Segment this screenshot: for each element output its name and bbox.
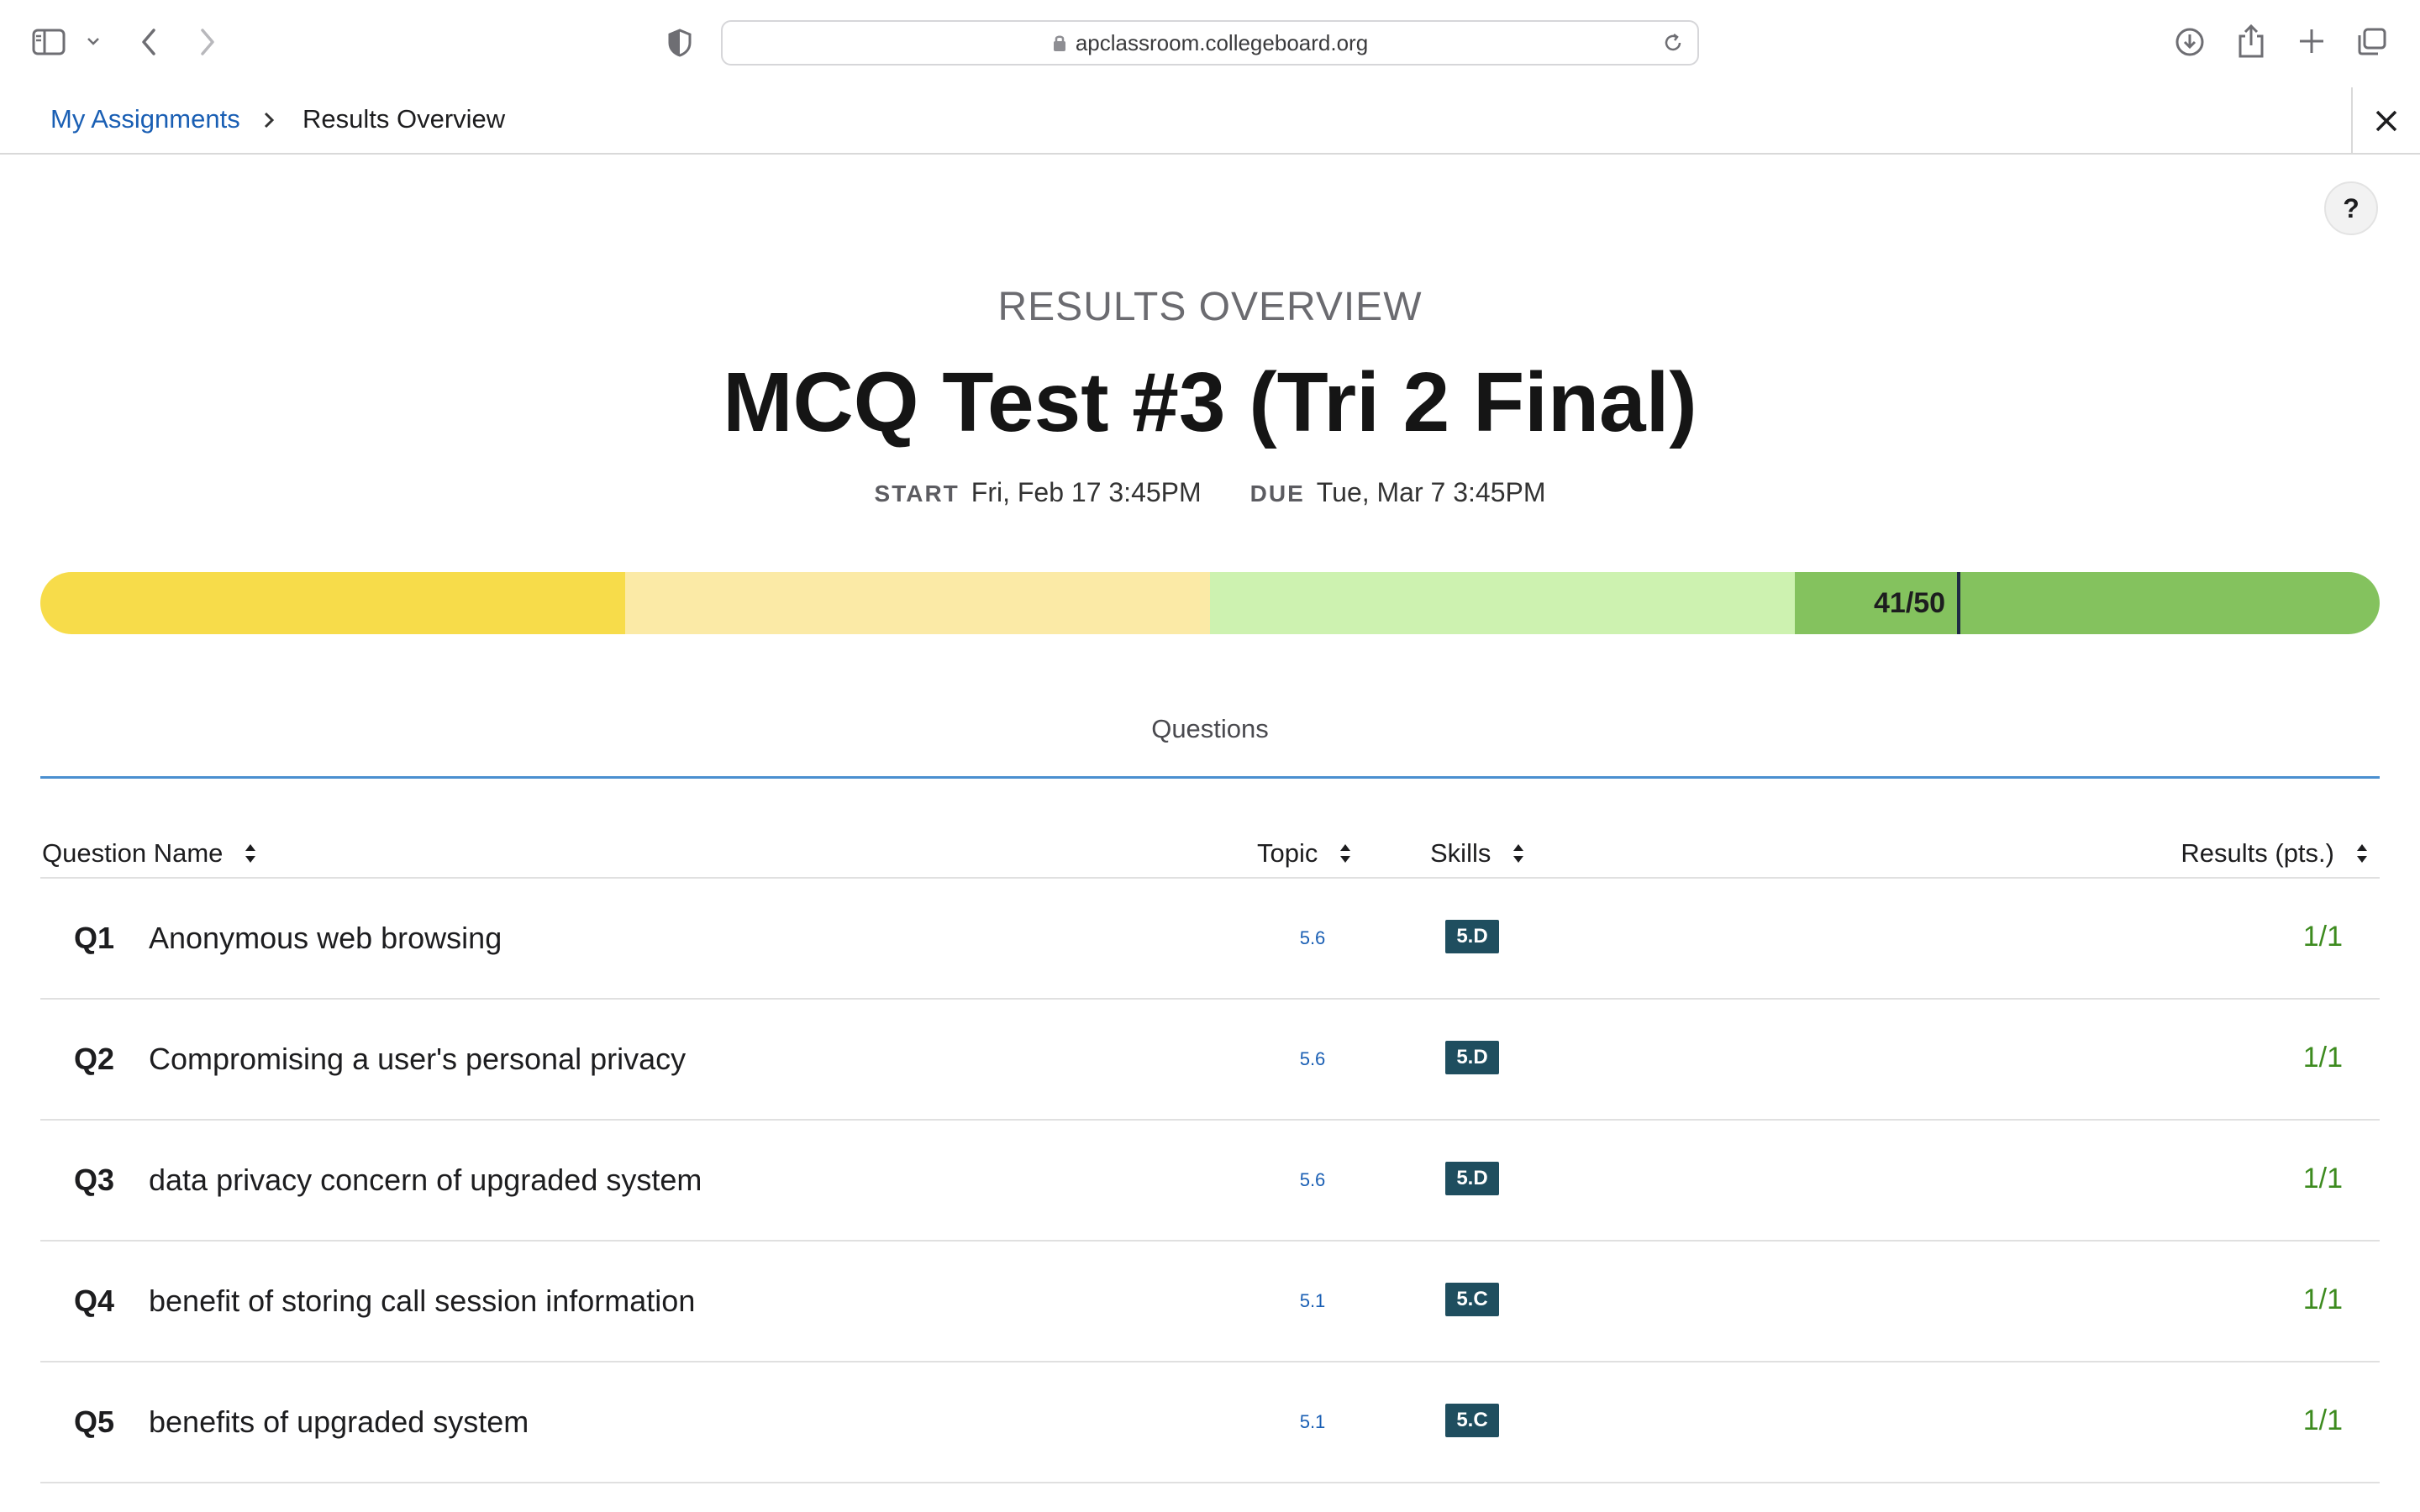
topic-link[interactable]: 5.1 <box>1277 1411 1348 1433</box>
question-number: Q2 <box>74 1042 115 1076</box>
table-row[interactable]: Q2 Compromising a user's personal privac… <box>40 1000 2380 1121</box>
question-result: 1/1 <box>2302 1163 2343 1194</box>
question-result: 1/1 <box>2302 1284 2343 1315</box>
score-band-3 <box>1210 572 1795 634</box>
col-skills-label: Skills <box>1430 838 1491 868</box>
tabs-overview-icon[interactable] <box>2356 27 2388 57</box>
share-icon[interactable] <box>2237 24 2265 59</box>
skill-badge: 5.C <box>1445 1404 1499 1437</box>
breadcrumb-my-assignments[interactable]: My Assignments <box>50 104 240 134</box>
app-header: My Assignments Results Overview <box>0 87 2420 155</box>
topic-link[interactable]: 5.6 <box>1277 927 1348 949</box>
browser-toolbar: apclassroom.collegeboard.org <box>0 0 2420 87</box>
topic-link[interactable]: 5.1 <box>1277 1290 1348 1312</box>
question-name[interactable]: data privacy concern of upgraded system <box>149 1163 702 1198</box>
question-name[interactable]: benefit of storing call session informat… <box>149 1284 695 1319</box>
download-icon[interactable] <box>2175 27 2205 57</box>
table-row[interactable]: Q3 data privacy concern of upgraded syst… <box>40 1121 2380 1242</box>
close-button[interactable] <box>2351 87 2420 155</box>
col-topic-label: Topic <box>1257 838 1318 868</box>
assignment-dates: START Fri, Feb 17 3:45PM DUE Tue, Mar 7 3:4… <box>0 477 2420 508</box>
col-results[interactable]: Results (pts.) <box>2181 838 2368 869</box>
tab-underline <box>40 776 2380 779</box>
question-number: Q4 <box>74 1284 115 1318</box>
col-topic[interactable]: Topic <box>1257 838 1351 869</box>
sort-icon[interactable] <box>245 843 256 864</box>
shield-icon[interactable] <box>667 29 692 57</box>
chevron-left-icon[interactable] <box>139 27 158 57</box>
sort-icon[interactable] <box>1339 843 1351 864</box>
start-label: START <box>874 480 960 507</box>
start-value: Fri, Feb 17 3:45PM <box>971 477 1202 507</box>
col-results-label: Results (pts.) <box>2181 838 2334 868</box>
skill-badge: 5.D <box>1445 920 1499 953</box>
table-header: Question Name Topic Skills Results (pts.… <box>40 832 2380 879</box>
question-result: 1/1 <box>2302 1042 2343 1074</box>
tab-questions[interactable]: Questions <box>0 714 2420 744</box>
chevron-right-icon[interactable] <box>198 27 217 57</box>
col-skills[interactable]: Skills <box>1430 838 1524 869</box>
question-result: 1/1 <box>2302 921 2343 953</box>
address-bar[interactable]: apclassroom.collegeboard.org <box>721 20 1699 66</box>
chevron-right-icon <box>262 109 276 135</box>
lock-icon <box>1052 34 1067 52</box>
col-question-name[interactable]: Question Name <box>42 838 256 869</box>
question-name[interactable]: Compromising a user's personal privacy <box>149 1042 686 1077</box>
question-name[interactable]: Anonymous web browsing <box>149 921 502 956</box>
reload-icon[interactable] <box>1662 32 1684 58</box>
question-result: 1/1 <box>2302 1404 2343 1436</box>
due-label: DUE <box>1249 480 1305 507</box>
topic-link[interactable]: 5.6 <box>1277 1169 1348 1191</box>
score-label: 41/50 <box>1874 587 1946 619</box>
skill-badge: 5.D <box>1445 1041 1499 1074</box>
score-marker <box>1957 572 1960 634</box>
question-number: Q1 <box>74 921 115 955</box>
topic-link[interactable]: 5.6 <box>1277 1048 1348 1070</box>
help-button[interactable]: ? <box>2324 181 2378 235</box>
skill-badge: 5.D <box>1445 1162 1499 1195</box>
col-question-name-label: Question Name <box>42 838 224 868</box>
question-number: Q3 <box>74 1163 115 1197</box>
url-text: apclassroom.collegeboard.org <box>1075 29 1369 55</box>
score-band-1 <box>40 572 625 634</box>
sort-icon[interactable] <box>2356 843 2368 864</box>
sidebar-icon[interactable] <box>32 29 66 55</box>
plus-icon[interactable] <box>2297 27 2326 55</box>
due-value: Tue, Mar 7 3:45PM <box>1316 477 1546 507</box>
table-row[interactable]: Q1 Anonymous web browsing 5.6 5.D 1/1 <box>40 879 2380 1000</box>
page-title: MCQ Test #3 (Tri 2 Final) <box>723 355 1697 449</box>
table-row[interactable]: Q4 benefit of storing call session infor… <box>40 1242 2380 1362</box>
question-name[interactable]: benefits of upgraded system <box>149 1404 529 1440</box>
close-icon <box>2375 110 2397 132</box>
page-kicker: RESULTS OVERVIEW <box>997 285 1423 329</box>
score-band-2 <box>625 572 1210 634</box>
skill-badge: 5.C <box>1445 1283 1499 1316</box>
question-number: Q5 <box>74 1404 115 1439</box>
table-row[interactable]: Q5 benefits of upgraded system 5.1 5.C 1… <box>40 1362 2380 1483</box>
score-bar: 41/50 <box>40 572 2380 634</box>
sort-icon[interactable] <box>1512 843 1524 864</box>
chevron-down-icon[interactable] <box>86 35 101 47</box>
breadcrumb-current: Results Overview <box>302 104 506 134</box>
